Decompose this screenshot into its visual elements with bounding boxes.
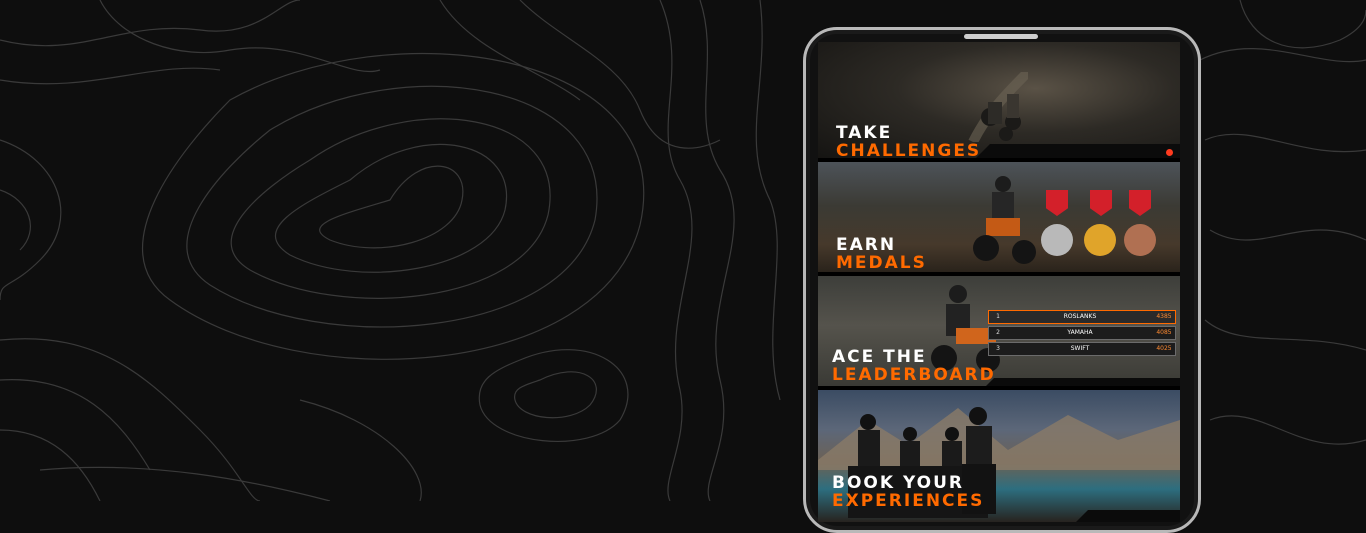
caption-line-orange: LEADERBOARD xyxy=(832,365,996,385)
leaderboard-rank: 1 xyxy=(996,313,1000,320)
leaderboard-name: YAMAHA xyxy=(1067,329,1093,336)
rider-image xyxy=(1005,94,1021,130)
indicator-dot xyxy=(1166,149,1173,156)
panel-caption: EARN MEDALS xyxy=(836,236,927,272)
leaderboard-row: 3 SWIFT 4025 xyxy=(988,342,1176,356)
book-experiences-panel[interactable]: BOOK YOUR EXPERIENCES xyxy=(818,390,1180,522)
caption-line-white: BOOK YOUR xyxy=(832,473,965,493)
medal-ribbon xyxy=(1129,190,1151,216)
medal-ribbon xyxy=(1090,190,1112,216)
phone-mockup: TAKE CHALLENGES EARN MEDALS 1 ROSLANKS 4… xyxy=(803,27,1201,533)
leaderboard-rank: 2 xyxy=(996,329,1000,336)
caption-line-orange: CHALLENGES xyxy=(836,141,982,158)
caption-line-white: TAKE xyxy=(836,123,893,143)
panel-caption: BOOK YOUR EXPERIENCES xyxy=(832,474,984,510)
earn-medals-panel[interactable]: EARN MEDALS xyxy=(818,162,1180,272)
panel-stripe xyxy=(980,378,1180,386)
bronze-medal-icon xyxy=(1124,224,1156,256)
take-challenges-panel[interactable]: TAKE CHALLENGES xyxy=(818,42,1180,158)
phone-speaker xyxy=(964,34,1038,39)
phone-screen: TAKE CHALLENGES EARN MEDALS 1 ROSLANKS 4… xyxy=(818,42,1180,522)
gold-medal-icon xyxy=(1084,224,1116,256)
leaderboard-points: 4025 xyxy=(1156,345,1172,352)
silver-medal-icon xyxy=(1041,224,1073,256)
panel-stripe xyxy=(976,144,1180,158)
leaderboard-name: ROSLANKS xyxy=(1063,313,1097,320)
medal-ribbon xyxy=(1046,190,1068,216)
caption-line-orange: EXPERIENCES xyxy=(832,491,985,511)
leaderboard-points: 4085 xyxy=(1156,329,1172,336)
caption-line-white: EARN xyxy=(836,235,897,255)
panel-caption: TAKE CHALLENGES xyxy=(836,124,981,158)
leaderboard-points: 4385 xyxy=(1156,313,1172,320)
leaderboard-panel[interactable]: 1 ROSLANKS 4385 2 YAMAHA 4085 3 SWIFT 40… xyxy=(818,276,1180,386)
leaderboard-row: 2 YAMAHA 4085 xyxy=(988,326,1176,340)
rider-image xyxy=(973,176,1036,264)
leaderboard-name: SWIFT xyxy=(1070,345,1090,352)
panel-caption: ACE THE LEADERBOARD xyxy=(832,348,996,384)
leaderboard-row: 1 ROSLANKS 4385 xyxy=(988,310,1176,324)
panel-stripe xyxy=(1074,510,1180,522)
caption-line-orange: MEDALS xyxy=(836,253,927,272)
caption-line-white: ACE THE xyxy=(832,347,927,367)
